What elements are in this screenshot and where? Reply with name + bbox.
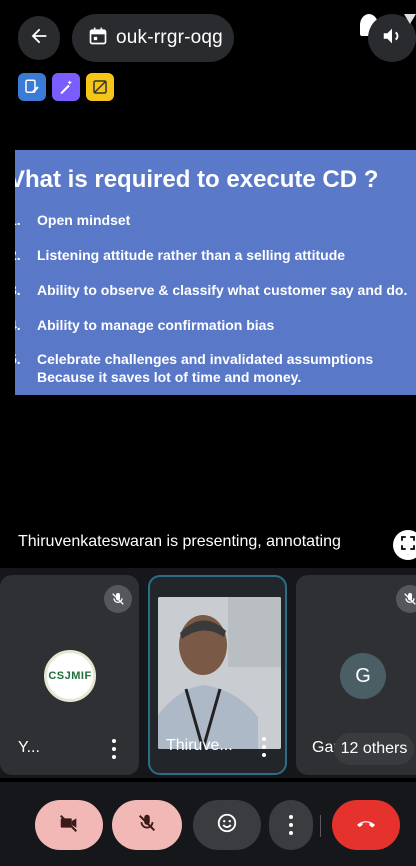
more-vert-icon	[283, 815, 299, 835]
participant-tile-active[interactable]: Thiruve...	[148, 575, 287, 775]
participant-name: Y...	[18, 739, 40, 756]
slide-item-continuation: Because it saves lot of time and money.	[37, 369, 302, 385]
more-vert-icon[interactable]	[256, 737, 272, 757]
avatar: G	[340, 653, 386, 699]
hide-annotations-icon[interactable]	[86, 73, 114, 101]
call-end-icon	[354, 811, 378, 840]
slide-item-number: 2.	[15, 247, 21, 263]
mic-off-icon	[396, 585, 416, 613]
slide-item-number: 5.	[15, 351, 21, 367]
slide-item-number: 1.	[15, 212, 21, 228]
meeting-code: ouk-rrgr-oqg	[116, 27, 223, 48]
slide-item: Celebrate challenges and invalidated ass…	[37, 351, 374, 367]
arrow-left-icon	[28, 25, 50, 52]
end-call-button[interactable]	[332, 800, 400, 850]
fullscreen-icon	[399, 534, 416, 557]
fullscreen-button[interactable]	[393, 530, 416, 560]
more-options-button[interactable]	[269, 800, 313, 850]
mic-toggle-button[interactable]	[112, 800, 182, 850]
participant-name: Thiruve...	[166, 737, 233, 754]
slide-item: Ability to manage confirmation bias	[37, 317, 275, 333]
participant-tile[interactable]: CSJMIF Y...	[0, 575, 139, 775]
meeting-code-chip[interactable]: ouk-rrgr-oqg	[72, 14, 234, 62]
emoji-icon	[216, 812, 238, 839]
document-pen-icon[interactable]	[18, 73, 46, 101]
participant-video	[158, 597, 281, 749]
meet-screen: ouk-rrgr-oqg Vhat is required to execute…	[0, 0, 416, 866]
slide-item-number: 4.	[15, 317, 21, 333]
organization-logo: CSJMIF	[44, 650, 96, 702]
chevron-down-icon	[404, 14, 416, 24]
mic-off-icon	[104, 585, 132, 613]
mic-off-icon	[136, 812, 158, 839]
slide-item: Ability to observe & classify what custo…	[37, 282, 408, 298]
others-count-chip[interactable]: 12 others	[334, 733, 414, 765]
slide-item: Listening attitude rather than a selling…	[37, 247, 346, 263]
slide-item: Open mindset	[37, 212, 131, 228]
magic-pen-icon[interactable]	[52, 73, 80, 101]
speaker-icon	[381, 25, 403, 52]
annotation-tools	[18, 73, 114, 101]
reactions-button[interactable]	[193, 800, 261, 850]
presenting-status: Thiruvenkateswaran is presenting, annota…	[18, 533, 341, 550]
calendar-icon	[88, 26, 108, 51]
videocam-off-icon	[58, 812, 80, 839]
divider	[320, 815, 321, 837]
logo-text: CSJMIF	[48, 670, 92, 682]
presented-slide: Vhat is required to execute CD ? 1. Open…	[15, 150, 416, 395]
slide-item-number: 3.	[15, 282, 21, 298]
camera-toggle-button[interactable]	[35, 800, 103, 850]
more-vert-icon[interactable]	[106, 739, 122, 759]
back-button[interactable]	[18, 16, 60, 60]
slide-title: Vhat is required to execute CD ?	[15, 166, 379, 193]
